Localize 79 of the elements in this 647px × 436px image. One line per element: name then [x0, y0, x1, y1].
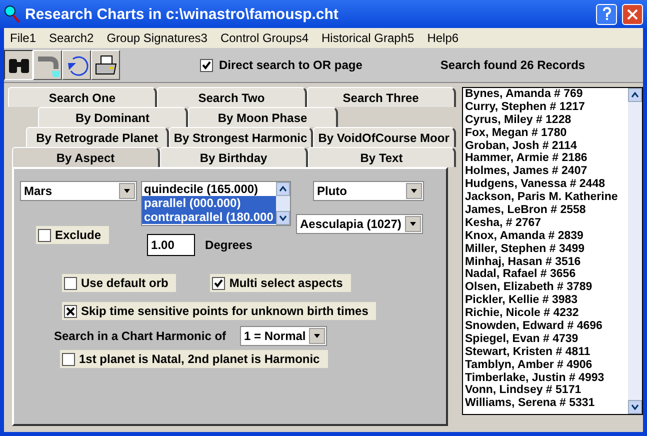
- result-item[interactable]: Bynes, Amanda # 769: [465, 88, 628, 101]
- binoculars-icon[interactable]: [4, 50, 33, 80]
- window-title: Research Charts in c:\winastro\famousp.cht: [25, 6, 340, 22]
- tab[interactable]: Search Two: [157, 87, 307, 107]
- scroll-down-icon[interactable]: [631, 404, 639, 410]
- results-list[interactable]: [462, 87, 643, 415]
- result-item[interactable]: Stewart, Kristen # 4811: [465, 346, 628, 359]
- close-icon: [627, 8, 638, 20]
- result-item[interactable]: Holmes, James # 2407: [465, 165, 628, 178]
- check-icon: [213, 278, 224, 288]
- menu-item[interactable]: Group Signatures3: [106, 31, 208, 45]
- checkbox[interactable]: [200, 58, 213, 72]
- menu-item[interactable]: Historical Graph5: [322, 31, 414, 45]
- result-item[interactable]: Olsen, Elizabeth # 3789: [465, 281, 628, 294]
- undo-icon[interactable]: [62, 50, 91, 80]
- result-item[interactable]: Knox, Amanda # 2839: [465, 230, 628, 243]
- scroll-up-icon[interactable]: [631, 92, 639, 98]
- tab[interactable]: By Aspect: [12, 147, 160, 167]
- magnifier-icon: [4, 5, 20, 23]
- aspect-option[interactable]: parallel (000.000): [142, 196, 276, 210]
- question-mark-icon: [602, 7, 612, 21]
- checkbox-option[interactable]: Use default orb: [62, 274, 176, 292]
- tab[interactable]: Search One: [8, 87, 158, 107]
- degrees-label: Degrees: [205, 238, 252, 252]
- tab[interactable]: Search Three: [306, 87, 456, 107]
- result-item[interactable]: Kesha, # 2767: [465, 216, 628, 230]
- harmonic-label: Search in a Chart Harmonic of: [54, 329, 226, 343]
- asteroid-dropdown[interactable]: Aesculapia (1027): [296, 214, 423, 234]
- tab[interactable]: By Retrograde Planet: [26, 127, 170, 147]
- result-item[interactable]: Miller, Stephen # 3499: [465, 242, 628, 256]
- result-item[interactable]: Pickler, Kellie # 3983: [465, 294, 628, 308]
- checkbox-option[interactable]: Skip time sensitive points for unknown birth times: [62, 302, 376, 320]
- tab[interactable]: By Dominant: [38, 107, 188, 127]
- result-item[interactable]: Nadal, Rafael # 3656: [465, 268, 628, 282]
- result-item[interactable]: Jackson, Paris M. Katherine: [465, 191, 628, 204]
- result-item[interactable]: Curry, Stephen # 1217: [465, 100, 628, 114]
- status-text: Search found 26 Records: [440, 58, 586, 72]
- result-item[interactable]: Minhaj, Hasan # 3516: [465, 256, 628, 268]
- menu-item[interactable]: Control Groups4: [220, 31, 308, 45]
- result-item[interactable]: Vonn, Lindsey # 5171: [465, 384, 628, 398]
- tab[interactable]: By VoidOfCourse Moor: [312, 127, 456, 147]
- aspect-option[interactable]: contraparallel (180.000: [142, 210, 276, 224]
- menu-item[interactable]: File1: [10, 31, 36, 45]
- result-item[interactable]: Richie, Nicole # 4232: [465, 307, 628, 320]
- result-item[interactable]: Williams, Serena # 5331: [465, 397, 628, 410]
- tab[interactable]: By Moon Phase: [188, 107, 338, 127]
- menu-item[interactable]: Search2: [49, 31, 94, 45]
- planet-dropdown[interactable]: Pluto: [313, 181, 424, 201]
- tab[interactable]: By Text: [308, 147, 456, 167]
- checkbox-option[interactable]: Multi select aspects: [210, 274, 351, 292]
- checkbox-option[interactable]: Exclude: [36, 226, 110, 244]
- result-item[interactable]: James, LeBron # 2558: [465, 204, 628, 217]
- tab[interactable]: By Strongest Harmonic: [169, 127, 313, 147]
- result-item[interactable]: Timberlake, Justin # 4993: [465, 372, 628, 384]
- cross-icon: [65, 306, 76, 316]
- close-button[interactable]: [622, 4, 643, 24]
- result-item[interactable]: Spiegel, Evan # 4739: [465, 332, 628, 346]
- aspect-listbox[interactable]: quindecile (165.000) parallel (000.000) contraparallel (180.000: [141, 181, 291, 226]
- result-item[interactable]: Hammer, Armie # 2186: [465, 152, 628, 166]
- scrollbar[interactable]: [628, 88, 642, 414]
- help-button[interactable]: [596, 4, 617, 24]
- printer-icon[interactable]: [91, 50, 120, 80]
- planet-dropdown[interactable]: Mars: [20, 181, 137, 201]
- checkbox-label: Direct search to OR page: [219, 58, 362, 72]
- result-item[interactable]: Cyrus, Miley # 1228: [465, 114, 628, 127]
- scroll-up-icon[interactable]: [276, 182, 290, 196]
- tab[interactable]: By Birthday: [160, 147, 308, 167]
- menu-item[interactable]: Help6: [427, 31, 459, 45]
- aspect-option[interactable]: quindecile (165.000): [142, 182, 276, 196]
- scroll-down-icon[interactable]: [276, 211, 290, 225]
- result-item[interactable]: Hudgens, Vanessa # 2448: [465, 178, 628, 192]
- checkbox-option[interactable]: 1st planet is Natal, 2nd planet is Harmonic: [60, 350, 328, 368]
- orb-input[interactable]: 1.00: [147, 234, 196, 256]
- result-item[interactable]: Snowden, Edward # 4696: [465, 320, 628, 333]
- harmonic-dropdown[interactable]: 1 = Normal: [240, 326, 328, 346]
- result-item[interactable]: Tamblyn, Amber # 4906: [465, 358, 628, 372]
- result-item[interactable]: Fox, Megan # 1780: [465, 126, 628, 140]
- faucet-icon[interactable]: [33, 50, 62, 80]
- result-item[interactable]: Groban, Josh # 2114: [465, 140, 628, 152]
